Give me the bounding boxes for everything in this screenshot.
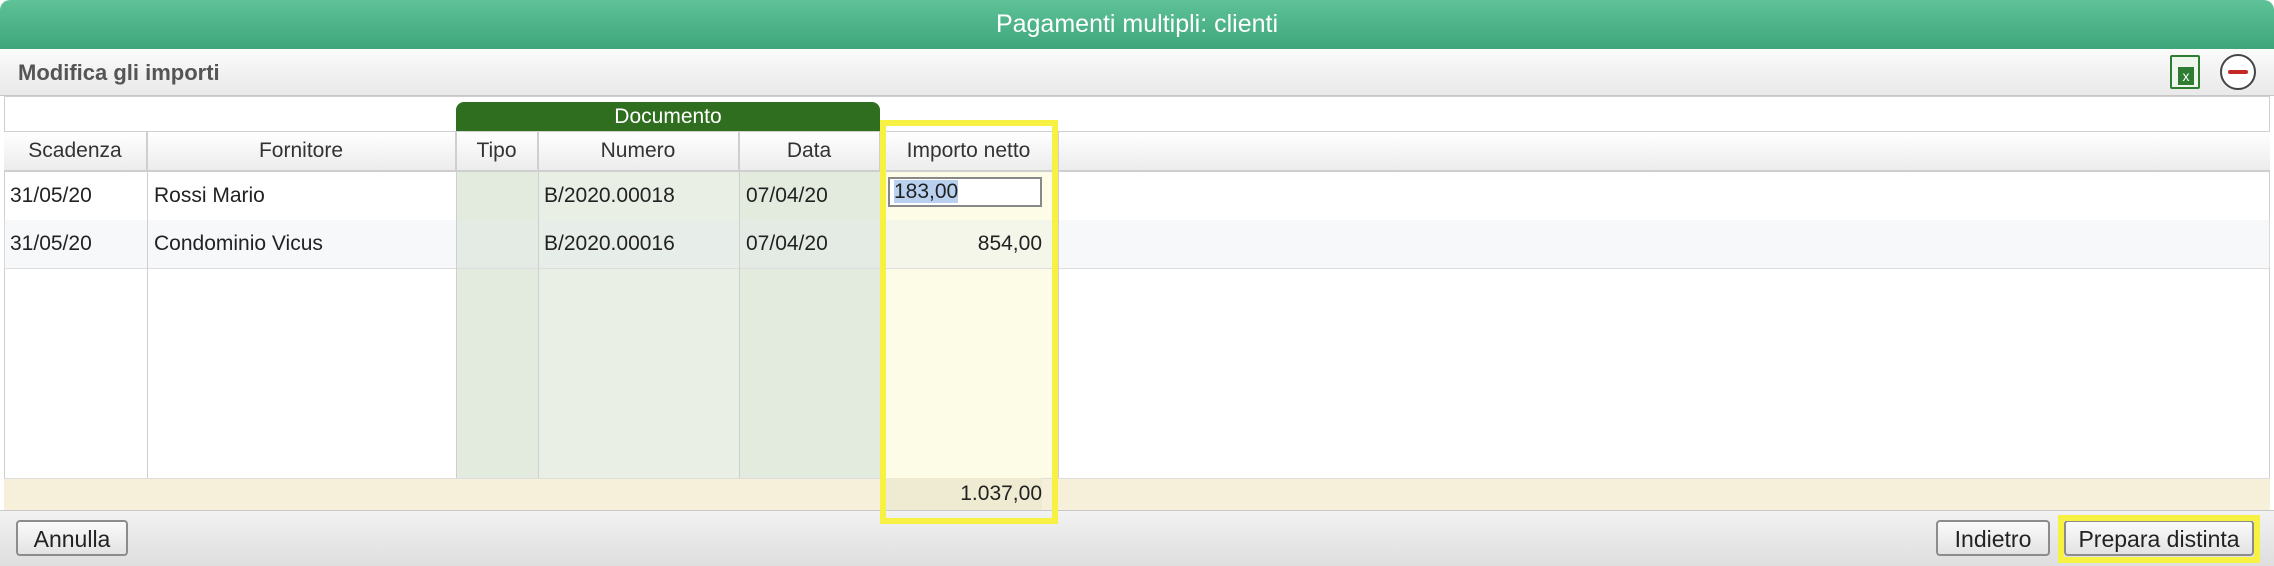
totals-row — [4, 478, 2270, 510]
toolbar: Modifica gli importi — [0, 49, 2274, 96]
grid-line — [538, 131, 539, 478]
col-data[interactable]: Data — [739, 131, 880, 171]
cancel-button[interactable]: Annulla — [16, 520, 128, 556]
section-title: Modifica gli importi — [18, 60, 220, 85]
table-row[interactable]: 31/05/20 Rossi Mario B/2020.00018 07/04/… — [4, 172, 2270, 220]
documento-group-header: Documento — [456, 102, 880, 131]
remove-icon[interactable] — [2220, 54, 2256, 90]
table-row[interactable]: 31/05/20 Condominio Vicus B/2020.00016 0… — [4, 220, 2270, 268]
numero-cell: B/2020.00018 — [544, 184, 675, 207]
row-divider — [4, 268, 2270, 269]
grid-line — [880, 131, 881, 478]
importo-cell[interactable]: 854,00 — [880, 220, 1042, 268]
excel-export-icon[interactable]: x — [2170, 55, 2200, 89]
importo-netto-input[interactable]: 183,00 — [888, 177, 1042, 207]
footer-bar — [0, 510, 2274, 566]
col-importo-netto[interactable]: Importo netto — [880, 131, 1058, 171]
back-button[interactable]: Indietro — [1936, 520, 2050, 556]
selected-value: 183,00 — [894, 180, 959, 203]
col-scadenza[interactable]: Scadenza — [4, 131, 147, 171]
col-fornitore[interactable]: Fornitore — [147, 131, 456, 171]
fornitore-cell: Condominio Vicus — [154, 232, 323, 255]
grid-line — [456, 131, 457, 478]
col-tipo[interactable]: Tipo — [456, 131, 538, 171]
grid-line — [1058, 131, 1059, 478]
scadenza-cell: 31/05/20 — [10, 232, 92, 255]
grid-line — [739, 131, 740, 478]
fornitore-cell: Rossi Mario — [154, 184, 265, 207]
data-cell: 07/04/20 — [746, 184, 828, 207]
prepare-distinta-button[interactable]: Prepara distinta — [2064, 520, 2254, 556]
window-title: Pagamenti multipli: clienti — [0, 0, 2274, 49]
numero-cell: B/2020.00016 — [544, 232, 675, 255]
scadenza-cell: 31/05/20 — [10, 184, 92, 207]
total-importo: 1.037,00 — [880, 478, 1042, 510]
grid-line — [147, 131, 148, 478]
col-numero[interactable]: Numero — [538, 131, 739, 171]
excel-glyph: x — [2178, 67, 2194, 85]
data-cell: 07/04/20 — [746, 232, 828, 255]
